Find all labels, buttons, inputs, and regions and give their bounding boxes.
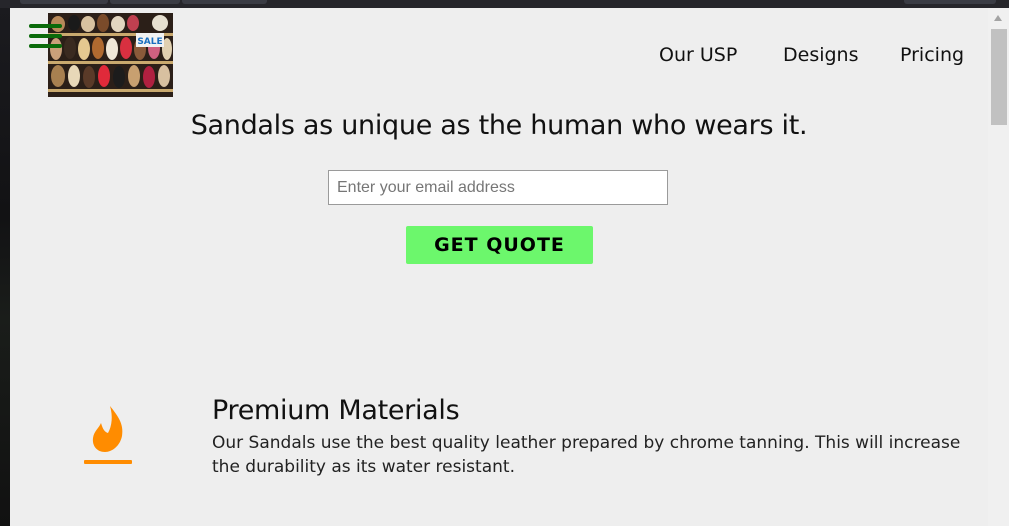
- hero-title: Sandals as unique as the human who wears…: [190, 110, 808, 141]
- browser-tab[interactable]: [110, 0, 180, 4]
- get-quote-button[interactable]: GET QUOTE: [406, 226, 593, 264]
- email-input[interactable]: [328, 170, 668, 205]
- logo-sale-text: SALE: [137, 37, 162, 47]
- browser-tab[interactable]: [20, 0, 108, 4]
- fire-icon: [84, 406, 132, 464]
- vertical-scrollbar[interactable]: [988, 8, 1009, 526]
- browser-tab[interactable]: [182, 0, 267, 4]
- nav-item-designs[interactable]: Designs: [783, 44, 859, 66]
- page-viewport: SALE Our USP Designs Pricing Sandals as …: [10, 8, 988, 526]
- logo[interactable]: SALE: [48, 13, 173, 97]
- browser-tab[interactable]: [904, 0, 996, 4]
- browser-top-strip: [0, 0, 1009, 8]
- feature-description: Our Sandals use the best quality leather…: [212, 433, 961, 477]
- scrollbar-thumb[interactable]: [991, 29, 1007, 125]
- nav-item-our-usp[interactable]: Our USP: [659, 44, 737, 66]
- window-edge: [0, 8, 10, 526]
- feature-title: Premium Materials: [212, 395, 460, 426]
- nav-item-pricing[interactable]: Pricing: [900, 44, 964, 66]
- hamburger-menu-icon[interactable]: [29, 24, 62, 50]
- scroll-up-arrow-icon[interactable]: [994, 15, 1002, 21]
- logo-image: SALE: [48, 13, 173, 97]
